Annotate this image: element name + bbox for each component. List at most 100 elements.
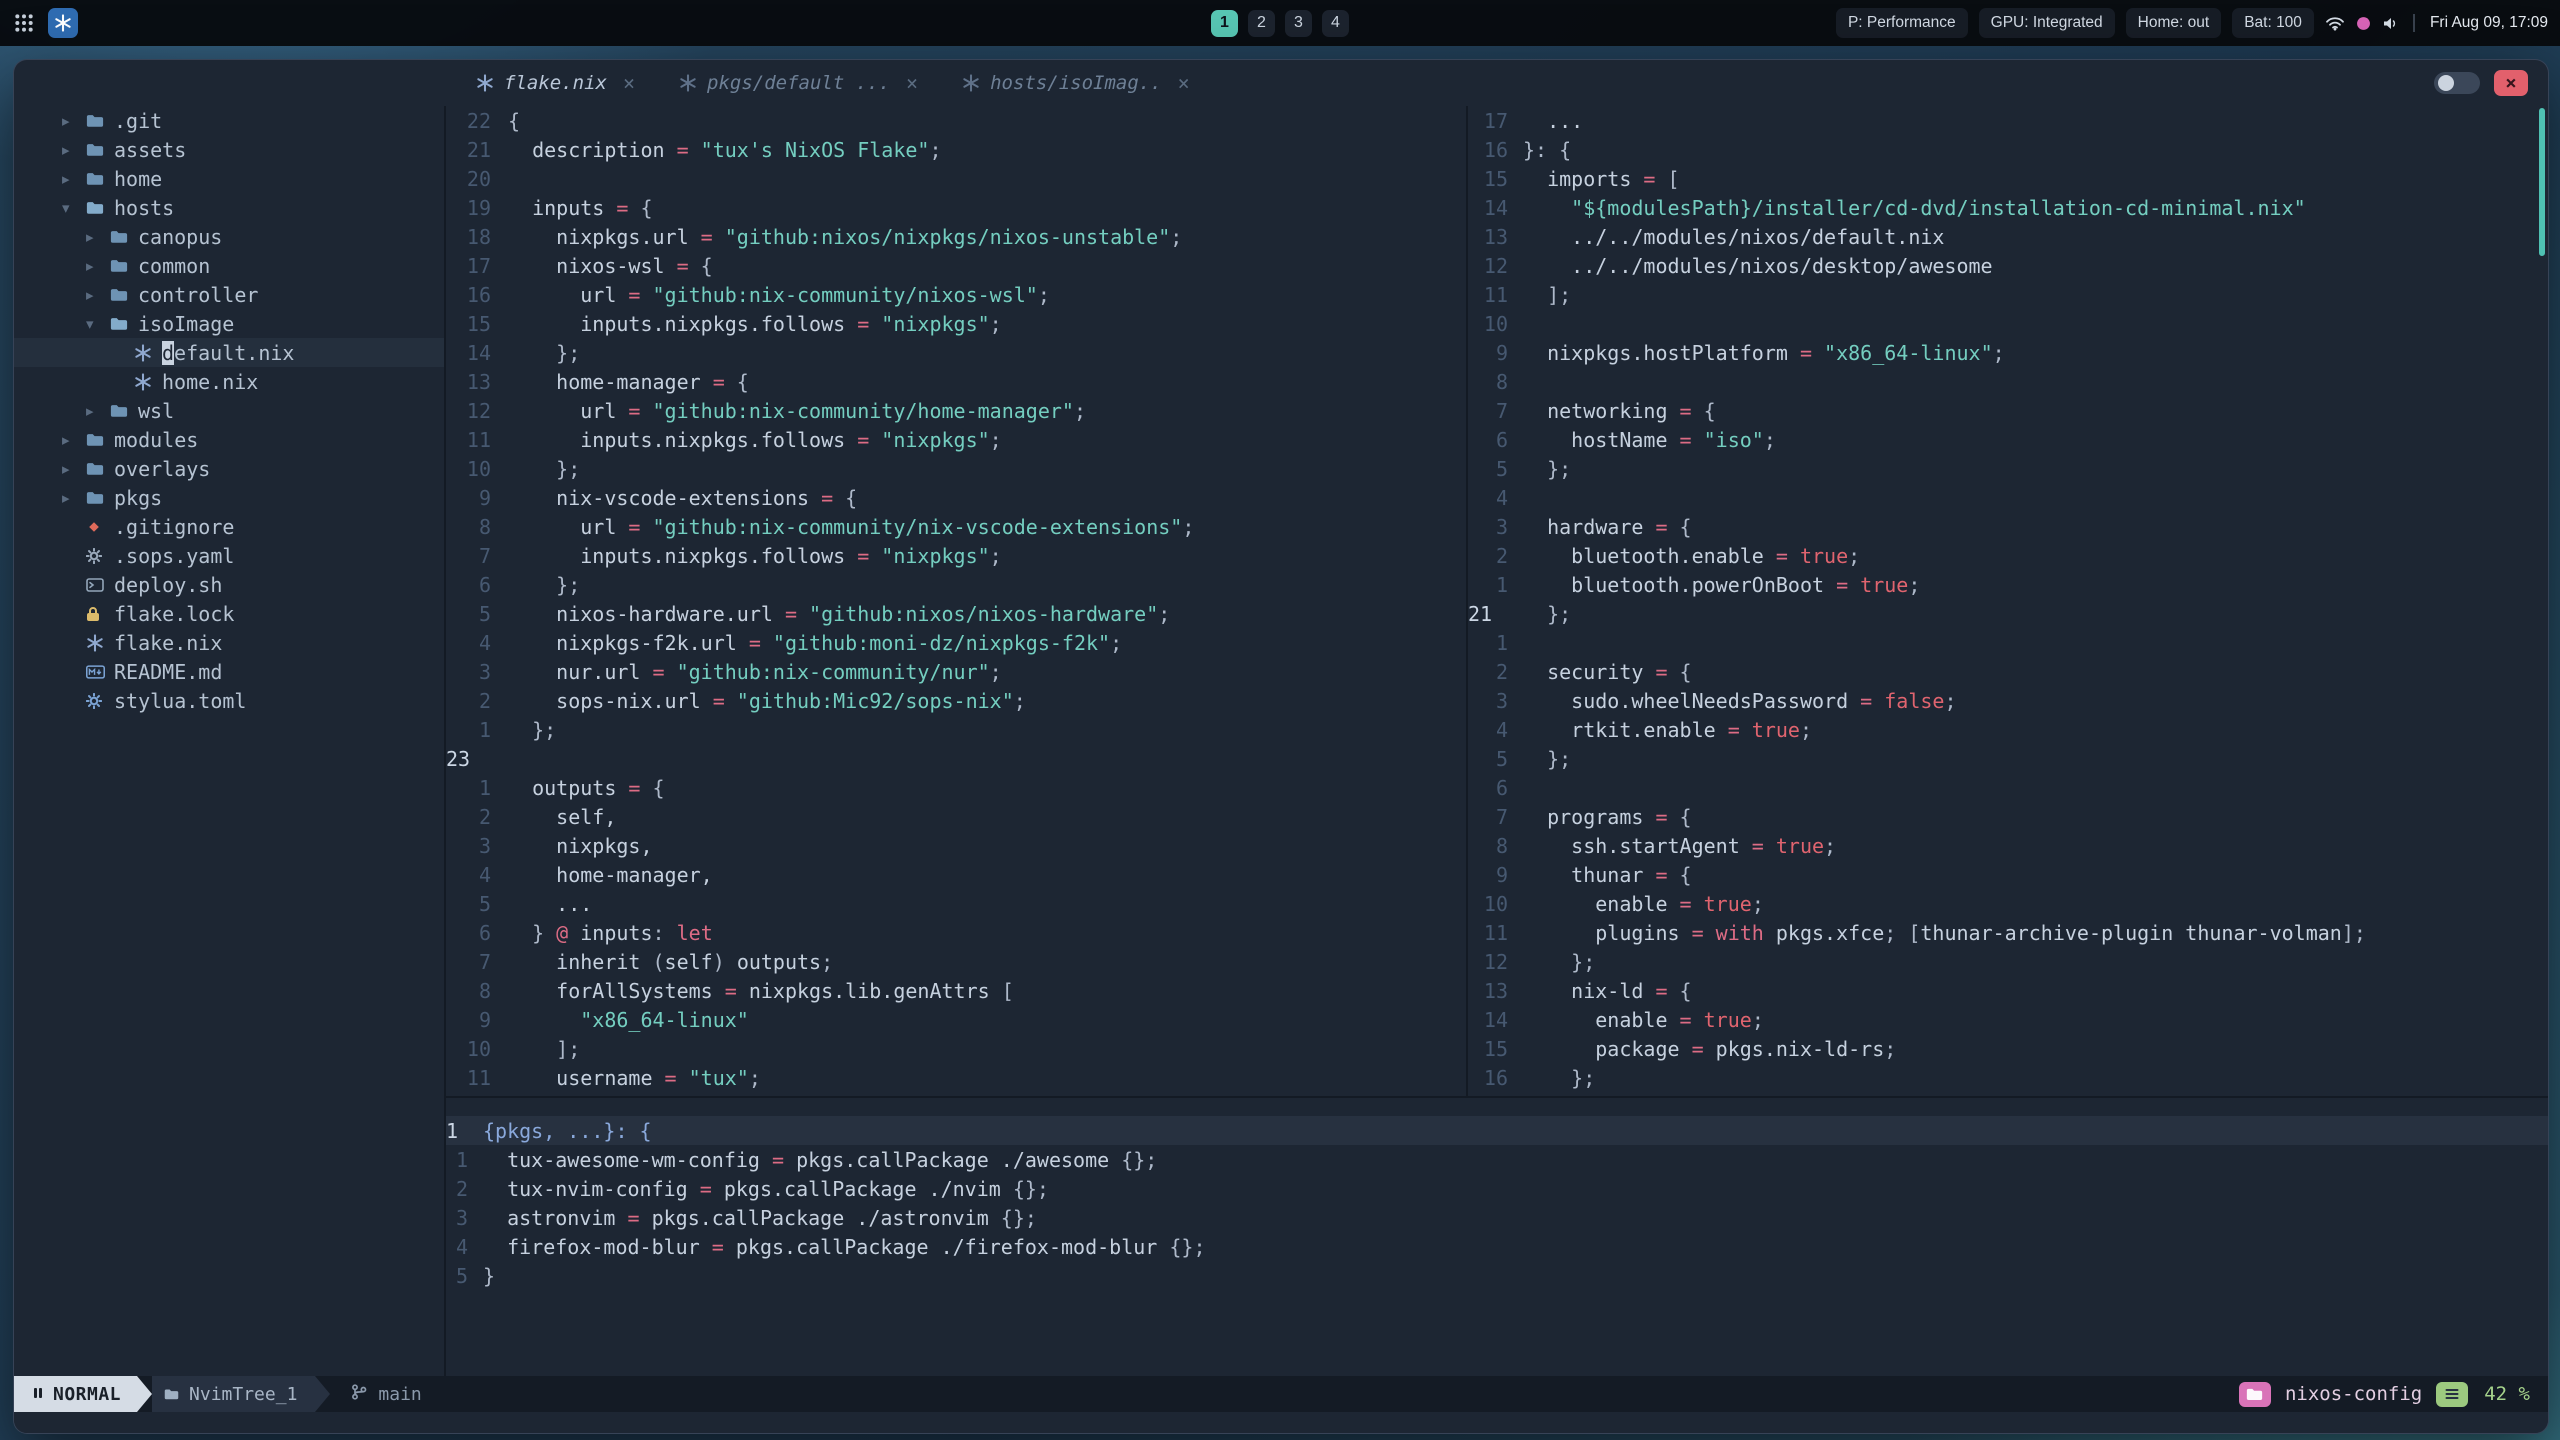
code-line[interactable]: 14 };: [446, 338, 1466, 367]
tree-item-stylua-toml[interactable]: stylua.toml: [14, 686, 444, 715]
tree-item-git[interactable]: ▸ .git: [14, 106, 444, 135]
code-line[interactable]: 6 hostName = "iso";: [1468, 425, 2548, 454]
tab-close-icon[interactable]: ×: [1178, 71, 1190, 95]
code-line[interactable]: 6: [1468, 773, 2548, 802]
code-line[interactable]: 1 outputs = {: [446, 773, 1466, 802]
tree-item-readme-md[interactable]: README.md: [14, 657, 444, 686]
code-line[interactable]: 14 enable = true;: [1468, 1005, 2548, 1034]
code-line[interactable]: 6 } @ inputs: let: [446, 918, 1466, 947]
code-line[interactable]: 9 thunar = {: [1468, 860, 2548, 889]
tree-item-wsl[interactable]: ▸ wsl: [14, 396, 444, 425]
code-line[interactable]: 11 plugins = with pkgs.xfce; [thunar-arc…: [1468, 918, 2548, 947]
tree-item-pkgs[interactable]: ▸ pkgs: [14, 483, 444, 512]
code-line[interactable]: 17 nixos-wsl = {: [446, 251, 1466, 280]
chevron-closed-icon[interactable]: ▸: [62, 431, 86, 449]
code-line[interactable]: 3 sudo.wheelNeedsPassword = false;: [1468, 686, 2548, 715]
code-line[interactable]: 7 inherit (self) outputs;: [446, 947, 1466, 976]
tab-pkgs-default[interactable]: pkgs/default ... ×: [657, 60, 940, 106]
code-line[interactable]: 3 hardware = {: [1468, 512, 2548, 541]
toggle-switch[interactable]: [2434, 72, 2480, 94]
code-line[interactable]: 7 networking = {: [1468, 396, 2548, 425]
tree-item-home-nix[interactable]: home.nix: [14, 367, 444, 396]
code-line[interactable]: 4: [1468, 483, 2548, 512]
code-line[interactable]: 18 nixpkgs.url = "github:nixos/nixpkgs/n…: [446, 222, 1466, 251]
chevron-closed-icon[interactable]: ▸: [86, 402, 110, 420]
status-chip-p-performance[interactable]: P: Performance: [1835, 8, 1968, 38]
code-line[interactable]: 5 nixos-hardware.url = "github:nixos/nix…: [446, 599, 1466, 628]
code-line[interactable]: 1 tux-awesome-wm-config = pkgs.callPacka…: [446, 1145, 2548, 1174]
status-chip-home-out[interactable]: Home: out: [2125, 8, 2222, 38]
code-line[interactable]: 21 };: [1468, 599, 2548, 628]
code-line[interactable]: 4 rtkit.enable = true;: [1468, 715, 2548, 744]
tree-item-flake-nix[interactable]: flake.nix: [14, 628, 444, 657]
code-line[interactable]: 23: [446, 744, 1466, 773]
code-line[interactable]: 9 nix-vscode-extensions = {: [446, 483, 1466, 512]
tree-item-assets[interactable]: ▸ assets: [14, 135, 444, 164]
app-launcher-icon[interactable]: [14, 13, 34, 33]
code-line[interactable]: 10 ];: [446, 1034, 1466, 1063]
code-line[interactable]: 1 {pkgs, ...}: {: [446, 1116, 2548, 1145]
nixos-logo-icon[interactable]: [48, 8, 78, 38]
tree-item-common[interactable]: ▸ common: [14, 251, 444, 280]
wifi-icon[interactable]: [2325, 16, 2345, 31]
code-line[interactable]: 5 };: [1468, 744, 2548, 773]
tree-item-controller[interactable]: ▸ controller: [14, 280, 444, 309]
buffer-name[interactable]: NvimTree_1: [152, 1376, 316, 1412]
code-line[interactable]: 9 nixpkgs.hostPlatform = "x86_64-linux";: [1468, 338, 2548, 367]
volume-icon[interactable]: [2382, 16, 2398, 31]
tree-item-deploy-sh[interactable]: deploy.sh: [14, 570, 444, 599]
code-line[interactable]: 22 {: [446, 106, 1466, 135]
tree-item-hosts[interactable]: ▾ hosts: [14, 193, 444, 222]
code-line[interactable]: 7 inputs.nixpkgs.follows = "nixpkgs";: [446, 541, 1466, 570]
code-line[interactable]: 2 bluetooth.enable = true;: [1468, 541, 2548, 570]
horizontal-split-separator[interactable]: [446, 1096, 2548, 1098]
code-line[interactable]: 4 nixpkgs-f2k.url = "github:moni-dz/nixp…: [446, 628, 1466, 657]
clock[interactable]: Fri Aug 09, 17:09: [2430, 14, 2548, 32]
tree-item-canopus[interactable]: ▸ canopus: [14, 222, 444, 251]
code-line[interactable]: 1 };: [446, 715, 1466, 744]
code-line[interactable]: 4 firefox-mod-blur = pkgs.callPackage ./…: [446, 1232, 2548, 1261]
code-line[interactable]: 8 forAllSystems = nixpkgs.lib.genAttrs [: [446, 976, 1466, 1005]
code-line[interactable]: 16 url = "github:nix-community/nixos-wsl…: [446, 280, 1466, 309]
chevron-closed-icon[interactable]: ▸: [86, 286, 110, 304]
chevron-closed-icon[interactable]: ▸: [62, 170, 86, 188]
code-line[interactable]: 3 astronvim = pkgs.callPackage ./astronv…: [446, 1203, 2548, 1232]
tab-hosts-isoimag[interactable]: hosts/isoImag.. ×: [940, 60, 1212, 106]
code-line[interactable]: 14 "${modulesPath}/installer/cd-dvd/inst…: [1468, 193, 2548, 222]
chevron-closed-icon[interactable]: ▸: [86, 257, 110, 275]
code-line[interactable]: 2 sops-nix.url = "github:Mic92/sops-nix"…: [446, 686, 1466, 715]
code-line[interactable]: 12 };: [1468, 947, 2548, 976]
chevron-closed-icon[interactable]: ▸: [62, 141, 86, 159]
code-line[interactable]: 13 home-manager = {: [446, 367, 1466, 396]
chevron-open-icon[interactable]: ▾: [62, 199, 86, 217]
code-line[interactable]: 11 username = "tux";: [446, 1063, 1466, 1092]
chevron-closed-icon[interactable]: ▸: [86, 228, 110, 246]
code-line[interactable]: 16}: {: [1468, 135, 2548, 164]
code-line[interactable]: 1 bluetooth.powerOnBoot = true;: [1468, 570, 2548, 599]
code-line[interactable]: 15 inputs.nixpkgs.follows = "nixpkgs";: [446, 309, 1466, 338]
code-line[interactable]: 10 enable = true;: [1468, 889, 2548, 918]
tree-item-flake-lock[interactable]: flake.lock: [14, 599, 444, 628]
code-line[interactable]: 8: [1468, 367, 2548, 396]
git-branch[interactable]: main: [350, 1383, 422, 1406]
media-icon[interactable]: [2356, 16, 2371, 31]
code-line[interactable]: 17 ...: [1468, 106, 2548, 135]
code-line[interactable]: 7 programs = {: [1468, 802, 2548, 831]
code-line[interactable]: 5}: [446, 1261, 2548, 1290]
tree-item-gitignore[interactable]: .gitignore: [14, 512, 444, 541]
code-line[interactable]: 12 ../../modules/nixos/desktop/awesome: [1468, 251, 2548, 280]
code-line[interactable]: 20: [446, 164, 1466, 193]
scrollbar[interactable]: [2539, 108, 2545, 256]
status-chip-gpu-integrated[interactable]: GPU: Integrated: [1978, 8, 2115, 38]
status-chip-bat-100[interactable]: Bat: 100: [2232, 8, 2314, 38]
code-line[interactable]: 15 package = pkgs.nix-ld-rs;: [1468, 1034, 2548, 1063]
code-line[interactable]: 8 ssh.startAgent = true;: [1468, 831, 2548, 860]
code-line[interactable]: 6 };: [446, 570, 1466, 599]
code-line[interactable]: 10: [1468, 309, 2548, 338]
chevron-closed-icon[interactable]: ▸: [62, 460, 86, 478]
command-line[interactable]: [14, 1412, 2548, 1433]
code-line[interactable]: 21 description = "tux's NixOS Flake";: [446, 135, 1466, 164]
code-line[interactable]: 13 ../../modules/nixos/default.nix: [1468, 222, 2548, 251]
code-line[interactable]: 2 self,: [446, 802, 1466, 831]
tab-flake-nix[interactable]: flake.nix ×: [454, 60, 657, 106]
